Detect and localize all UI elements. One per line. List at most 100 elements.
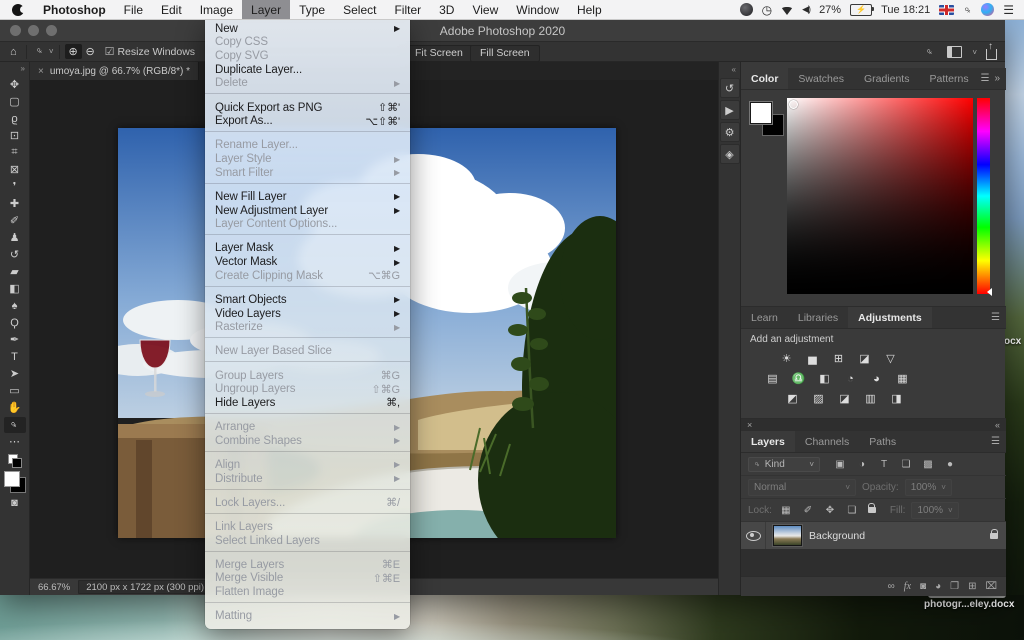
frame-tool[interactable]: ⊠	[4, 162, 26, 179]
document-tab[interactable]: × umoya.jpg @ 66.7% (RGB/8*) *	[30, 62, 199, 80]
document-dimensions[interactable]: 2100 px x 1722 px (300 ppi)	[78, 580, 212, 594]
gradient-map-icon[interactable]: ▥	[861, 391, 880, 406]
menu-item-hide-layers[interactable]: Hide Layers⌘,	[205, 396, 410, 410]
close-tab-icon[interactable]: ×	[38, 66, 44, 77]
hue-saturation-icon[interactable]: ▤	[763, 371, 782, 386]
link-layers-icon[interactable]: ∞	[888, 581, 895, 592]
menu-item-video-layers[interactable]: Video Layers▶	[205, 307, 410, 321]
tab-color[interactable]: Color	[741, 68, 788, 89]
color-lookup-icon[interactable]: ▦	[893, 371, 912, 386]
curves-icon[interactable]: ⊞	[829, 351, 848, 366]
posterize-icon[interactable]: ▨	[809, 391, 828, 406]
menu-item-quick-export-as-png[interactable]: Quick Export as PNG⇧⌘'	[205, 101, 410, 115]
color-swatch-pair[interactable]	[750, 102, 784, 136]
pen-tool[interactable]: ✒	[4, 332, 26, 349]
collapse-dock-icon[interactable]: «	[732, 62, 740, 76]
zoom-tool[interactable]: ♀	[4, 417, 26, 434]
tab-channels[interactable]: Channels	[795, 431, 859, 452]
clone-stamp-tool[interactable]: ♟	[4, 230, 26, 247]
menu-item-new-adjustment-layer[interactable]: New Adjustment Layer▶	[205, 204, 410, 218]
brush-tool[interactable]: ✐	[4, 213, 26, 230]
layer-thumbnail[interactable]	[773, 525, 802, 546]
gradient-tool[interactable]: ◧	[4, 281, 26, 298]
move-tool[interactable]: ✥	[4, 77, 26, 94]
home-icon[interactable]: ⌂	[6, 46, 21, 58]
menubar-item-edit[interactable]: Edit	[152, 0, 191, 19]
menubar-item-window[interactable]: Window	[507, 0, 568, 19]
tab-adjustments[interactable]: Adjustments	[848, 307, 932, 328]
add-mask-icon[interactable]: ◙	[920, 581, 926, 592]
siri-icon[interactable]	[981, 3, 994, 16]
shape-tool[interactable]: ▭	[4, 383, 26, 400]
menubar-item-photoshop[interactable]: Photoshop	[34, 0, 115, 19]
type-layer-filter-icon[interactable]: T	[876, 457, 892, 471]
brightness-contrast-icon[interactable]: ☀	[777, 351, 796, 366]
hue-marker[interactable]	[987, 288, 992, 296]
menubar-item-type[interactable]: Type	[290, 0, 334, 19]
history-brush-tool[interactable]: ↺	[4, 247, 26, 264]
zoom-tool-icon[interactable]: ♀	[30, 42, 49, 61]
menubar-item-image[interactable]: Image	[191, 0, 242, 19]
menubar-item-layer[interactable]: Layer	[242, 0, 290, 19]
apple-menu-icon[interactable]	[12, 4, 24, 16]
opacity-dropdown[interactable]: 100% ˅	[905, 479, 952, 496]
blend-mode-dropdown[interactable]: Normal ˅	[748, 479, 856, 496]
default-swatches-icon[interactable]	[8, 454, 22, 468]
fill-dropdown[interactable]: 100% ˅	[911, 502, 958, 519]
type-tool[interactable]: T	[4, 349, 26, 366]
lasso-tool[interactable]: ϱ	[4, 111, 26, 128]
tab-patterns[interactable]: Patterns	[919, 68, 978, 89]
3d-icon[interactable]: ◈	[720, 144, 740, 164]
properties-icon[interactable]: ⚙	[720, 122, 740, 142]
time-machine-icon[interactable]: ◷	[762, 4, 772, 16]
blur-tool[interactable]: ♠	[4, 298, 26, 315]
pixel-layer-filter-icon[interactable]: ▣	[832, 457, 848, 471]
healing-brush-tool[interactable]: ✚	[4, 196, 26, 213]
shape-layer-filter-icon[interactable]: ❏	[898, 457, 914, 471]
kind-filter-dropdown[interactable]: ♀ Kind ˅	[748, 457, 820, 472]
fit-screen-button[interactable]: Fit Screen	[405, 45, 473, 62]
channel-mixer-icon[interactable]: ◕	[867, 371, 886, 386]
invert-icon[interactable]: ◩	[783, 391, 802, 406]
collapse-toolbar-icon[interactable]: »	[21, 64, 29, 73]
fill-screen-button[interactable]: Fill Screen	[470, 45, 540, 62]
menu-item-vector-mask[interactable]: Vector Mask▶	[205, 255, 410, 269]
wifi-icon[interactable]	[781, 7, 793, 15]
tab-swatches[interactable]: Swatches	[788, 68, 854, 89]
vibrance-icon[interactable]: ▽	[881, 351, 900, 366]
lock-pixels-icon[interactable]: ✐	[800, 503, 816, 517]
panel-menu-icon[interactable]: ☰	[980, 73, 989, 84]
panel-menu-icon[interactable]: ☰	[991, 312, 1000, 323]
menubar-item-file[interactable]: File	[115, 0, 152, 19]
menu-item-duplicate-layer[interactable]: Duplicate Layer...	[205, 63, 410, 77]
quick-mask-icon[interactable]: ◙	[4, 495, 26, 512]
crop-tool[interactable]: ⌗	[4, 145, 26, 162]
zoom-out-button[interactable]: ⊖	[82, 44, 99, 59]
tab-learn[interactable]: Learn	[741, 307, 788, 328]
new-group-icon[interactable]: ❐	[950, 581, 959, 592]
collapse-panels-icon[interactable]: »	[994, 73, 1000, 84]
hand-tool[interactable]: ✋	[4, 400, 26, 417]
menu-bar-clock[interactable]: Tue 18:21	[881, 4, 930, 16]
hue-strip[interactable]	[977, 98, 990, 294]
tab-layers[interactable]: Layers	[741, 431, 795, 452]
foreground-color-swatch[interactable]	[750, 102, 772, 124]
black-white-icon[interactable]: ◧	[815, 371, 834, 386]
close-panel-icon[interactable]: ×	[747, 420, 752, 430]
menu-item-new-fill-layer[interactable]: New Fill Layer▶	[205, 190, 410, 204]
eyedropper-tool[interactable]: ❜	[4, 179, 26, 196]
battery-icon[interactable]: ⚡	[850, 4, 872, 16]
foreground-color-swatch[interactable]	[4, 471, 20, 487]
foreground-background-swatches[interactable]	[4, 471, 26, 493]
share-icon[interactable]	[986, 49, 997, 60]
menu-item-layer-mask[interactable]: Layer Mask▶	[205, 242, 410, 256]
dodge-tool[interactable]: Ϙ	[4, 315, 26, 332]
levels-icon[interactable]: ▅	[803, 351, 822, 366]
resize-windows-checkbox[interactable]: ☑	[105, 45, 115, 58]
selective-color-icon[interactable]: ◨	[887, 391, 906, 406]
saturation-brightness-field[interactable]	[787, 98, 973, 294]
menubar-item-view[interactable]: View	[463, 0, 507, 19]
actions-icon[interactable]: ▶	[720, 100, 740, 120]
layer-visibility-toggle[interactable]	[741, 522, 766, 549]
new-layer-icon[interactable]: ⊞	[968, 581, 976, 592]
